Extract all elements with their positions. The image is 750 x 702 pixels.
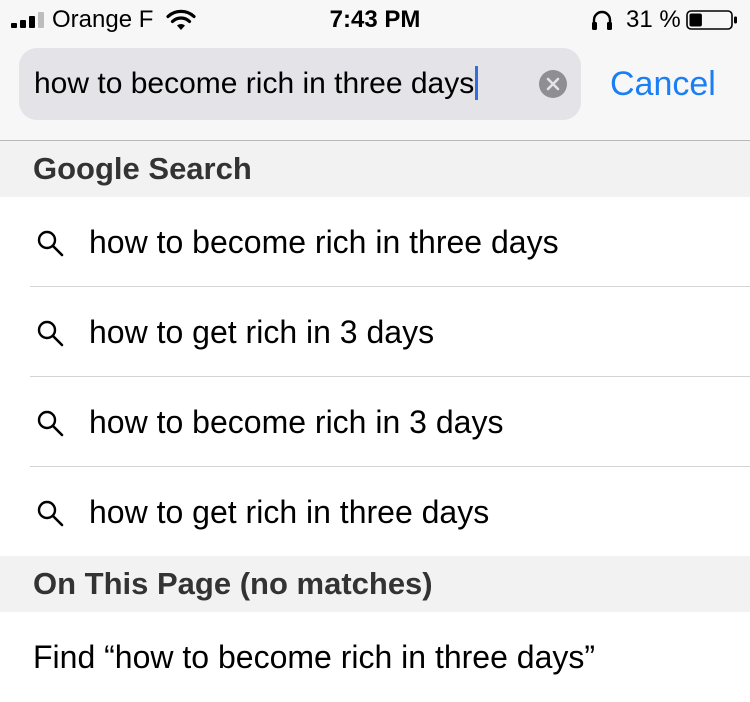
status-bar: Orange F 7:43 PM 31 % <box>0 0 750 40</box>
suggestion-row[interactable]: how to become rich in 3 days <box>0 377 750 467</box>
section-title: Google Search <box>33 151 252 186</box>
battery-icon <box>686 10 737 30</box>
search-input[interactable]: how to become rich in three days <box>34 48 479 120</box>
search-query-text: how to become rich in three days <box>34 67 475 100</box>
suggestion-text: how to become rich in 3 days <box>89 404 504 440</box>
search-field[interactable]: how to become rich in three days <box>19 48 581 120</box>
clear-icon[interactable] <box>539 70 567 98</box>
suggestion-row[interactable]: how to become rich in three days <box>0 197 750 287</box>
magnifier-icon <box>37 410 64 437</box>
magnifier-icon <box>37 230 64 257</box>
section-header-google-search: Google Search <box>0 141 750 197</box>
find-on-page-text: Find “how to become rich in three days” <box>33 639 596 675</box>
find-on-page-row[interactable]: Find “how to become rich in three days” <box>0 612 750 701</box>
suggestion-row[interactable]: how to get rich in 3 days <box>0 287 750 377</box>
suggestion-row[interactable]: how to get rich in three days <box>0 467 750 557</box>
suggestion-text: how to get rich in three days <box>89 494 490 530</box>
suggestion-text: how to get rich in 3 days <box>89 314 435 350</box>
suggestion-text: how to become rich in three days <box>89 224 559 260</box>
magnifier-icon <box>37 320 64 347</box>
section-header-on-this-page: On This Page (no matches) <box>0 556 750 612</box>
headphones-icon <box>592 10 612 30</box>
section-title: On This Page (no matches) <box>33 566 433 601</box>
magnifier-icon <box>37 500 64 527</box>
search-bar: how to become rich in three days Cancel <box>0 40 750 140</box>
text-caret <box>475 66 479 101</box>
battery-percent: 31 % <box>626 6 681 33</box>
cancel-button[interactable]: Cancel <box>610 60 716 108</box>
